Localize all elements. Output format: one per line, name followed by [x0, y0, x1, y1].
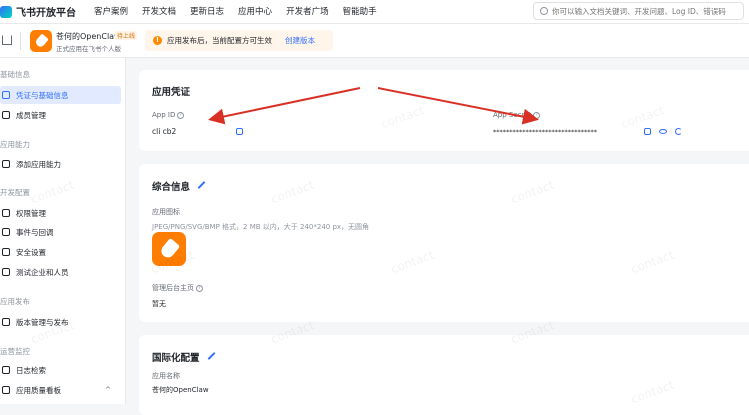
- arrow-to-app-secret: [377, 87, 539, 125]
- annotation-arrows: [208, 87, 539, 125]
- arrow-to-app-id: [208, 87, 361, 125]
